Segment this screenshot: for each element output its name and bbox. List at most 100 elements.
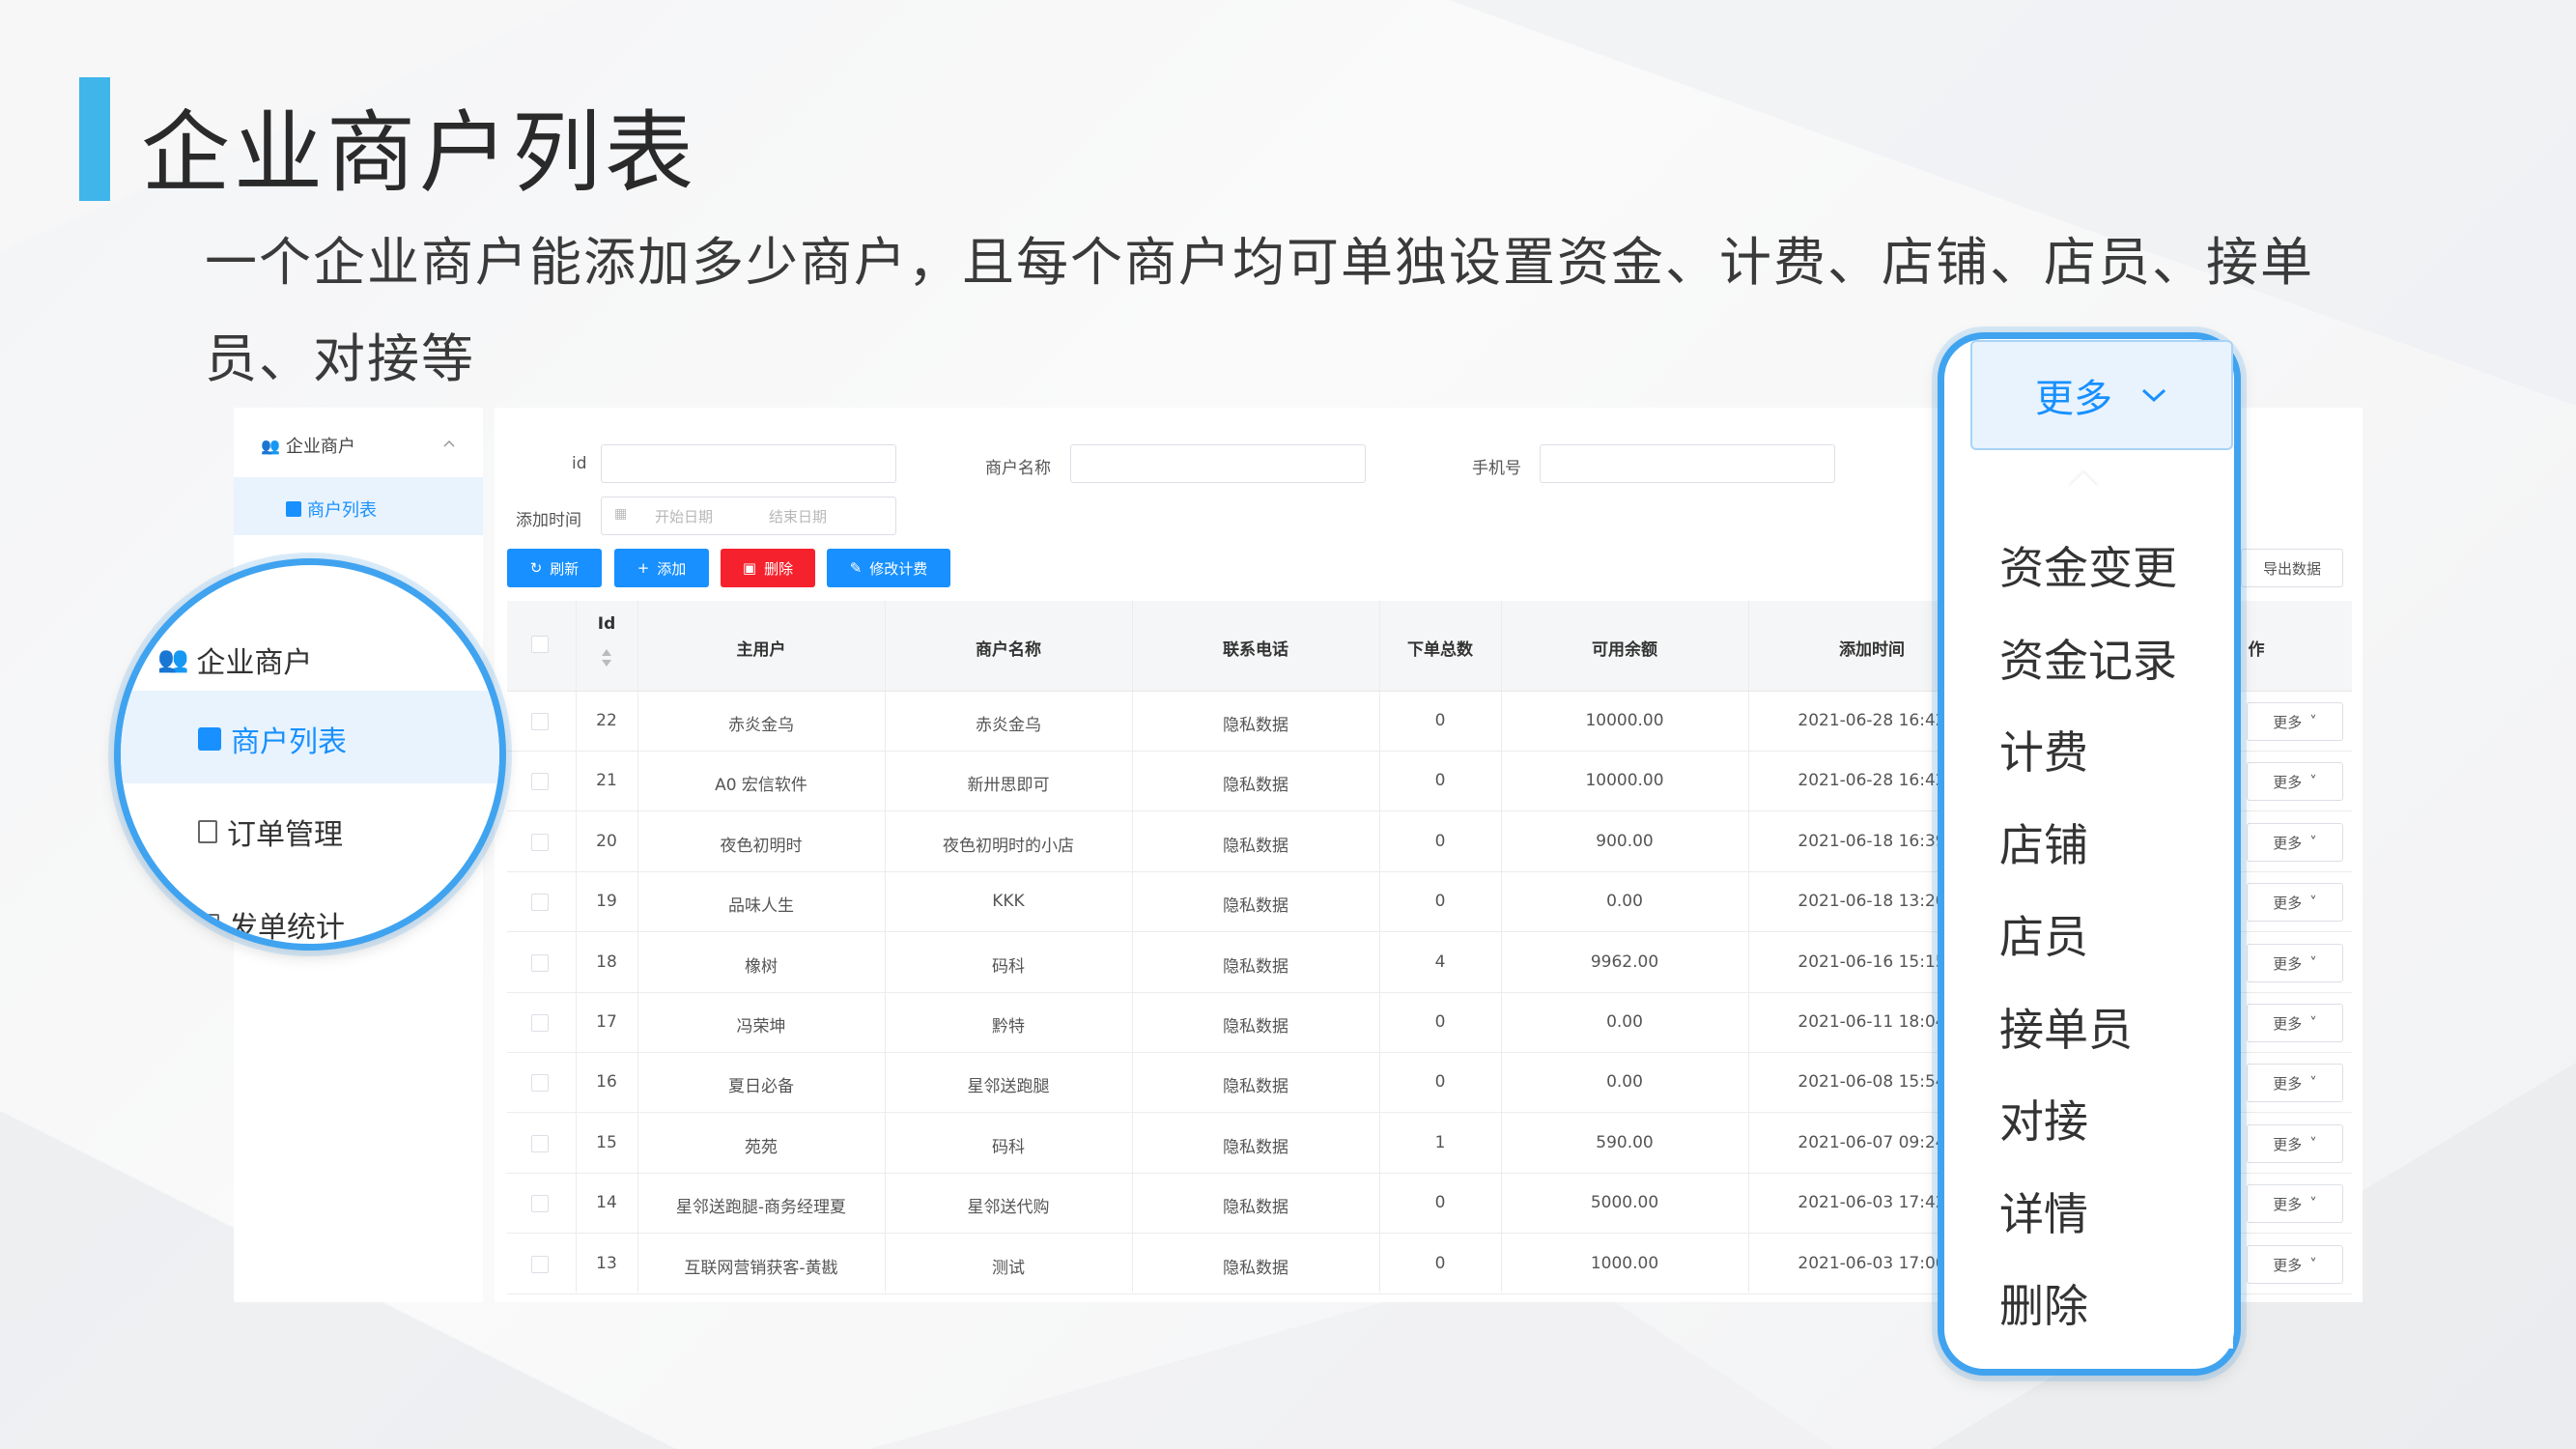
row-checkbox[interactable] <box>531 713 549 730</box>
export-button[interactable]: 导出数据 <box>2241 549 2343 587</box>
edit-icon: ✎ <box>849 559 863 577</box>
cell-phone: 隐私数据 <box>1223 1017 1288 1037</box>
cell-id: 17 <box>596 1012 617 1032</box>
chevron-down-icon: ˅ <box>2309 954 2317 972</box>
magnified-item-order-management[interactable]: 订单管理 <box>198 810 343 853</box>
delete-button[interactable]: ▣ 删除 <box>721 549 815 587</box>
dropdown-item[interactable]: 店铺 <box>1999 810 2088 874</box>
magnified-group-merchants[interactable]: 👥 企业商户 <box>157 639 312 681</box>
row-checkbox[interactable] <box>531 1014 549 1032</box>
filter-name-input[interactable] <box>1070 444 1366 483</box>
row-more-button[interactable]: 更多 ˅ <box>2247 1184 2343 1223</box>
cell-name: KKK <box>992 892 1025 911</box>
cell-name: 码科 <box>992 1138 1025 1157</box>
cell-id: 14 <box>596 1193 617 1212</box>
dropdown-item[interactable]: 详情 <box>1999 1179 2088 1243</box>
cell-name: 星邻送跑腿 <box>967 1077 1050 1096</box>
magnified-item-order-stats[interactable]: 发单统计 <box>198 903 345 944</box>
sidebar-group-merchants[interactable]: 👥 企业商户 <box>261 433 355 458</box>
cell-balance: 0.00 <box>1606 892 1643 911</box>
dropdown-item[interactable]: 删除 <box>1999 1271 2088 1335</box>
cell-orders: 0 <box>1434 1012 1446 1032</box>
chevron-down-icon: ˅ <box>2309 1135 2317 1152</box>
row-checkbox[interactable] <box>531 834 549 851</box>
row-checkbox[interactable] <box>531 773 549 790</box>
row-more-button[interactable]: 更多 ˅ <box>2247 1064 2343 1102</box>
row-more-button[interactable]: 更多 ˅ <box>2247 762 2343 801</box>
row-checkbox[interactable] <box>531 1074 549 1092</box>
edit-billing-button[interactable]: ✎ 修改计费 <box>827 549 950 587</box>
dropdown-item[interactable]: 对接 <box>1999 1087 2088 1151</box>
chevron-down-icon: ˅ <box>2309 1074 2317 1092</box>
sidebar-item-merchant-list-label: 商户列表 <box>286 497 377 522</box>
row-checkbox[interactable] <box>531 894 549 911</box>
filter-time-label: 添加时间 <box>516 511 581 530</box>
cell-name: 夜色初明时的小店 <box>943 837 1074 856</box>
cell-phone: 隐私数据 <box>1223 776 1288 795</box>
user-card-icon <box>286 501 301 517</box>
filter-phone-input[interactable] <box>1540 444 1835 483</box>
cell-phone: 隐私数据 <box>1223 1198 1288 1217</box>
dropdown-item[interactable]: 接单员 <box>1999 995 2133 1059</box>
cell-balance: 9962.00 <box>1590 952 1659 972</box>
row-more-button[interactable]: 更多 ˅ <box>2247 702 2343 741</box>
cell-balance: 590.00 <box>1596 1133 1654 1152</box>
row-more-button[interactable]: 更多 ˅ <box>2247 883 2343 922</box>
column-divider <box>637 601 638 1293</box>
select-all-checkbox[interactable] <box>531 636 549 653</box>
cell-balance: 10000.00 <box>1585 771 1664 790</box>
filter-id-input[interactable] <box>601 444 896 483</box>
chart-icon <box>198 914 219 935</box>
row-more-button[interactable]: 更多 ˅ <box>2247 1124 2343 1163</box>
dropdown-item[interactable]: 资金变更 <box>1999 533 2177 597</box>
add-button[interactable]: + 添加 <box>614 549 709 587</box>
chevron-down-icon: ˅ <box>2309 834 2317 851</box>
header-id[interactable]: Id <box>576 614 637 634</box>
dropdown-item[interactable]: 计费 <box>1999 718 2088 781</box>
row-checkbox[interactable] <box>531 1135 549 1152</box>
users-icon: 👥 <box>157 645 189 674</box>
cell-owner: 橡树 <box>745 957 778 977</box>
cell-owner: 夜色初明时 <box>720 837 803 856</box>
chevron-down-icon: ˅ <box>2309 773 2317 790</box>
document-icon <box>198 820 217 843</box>
chevron-up-icon[interactable] <box>442 437 456 450</box>
row-more-button[interactable]: 更多 ˅ <box>2247 944 2343 982</box>
cell-name: 星邻送代购 <box>967 1198 1050 1217</box>
cell-orders: 0 <box>1434 1193 1446 1212</box>
cell-phone: 隐私数据 <box>1223 1077 1288 1096</box>
chevron-down-icon: ˅ <box>2309 1256 2317 1273</box>
sidebar-magnifier: 👥 企业商户 商户列表 订单管理 发单统计 <box>114 558 506 951</box>
dropdown-item[interactable]: 资金记录 <box>1999 626 2177 690</box>
cell-orders: 0 <box>1434 1072 1446 1092</box>
header-phone: 联系电话 <box>1223 640 1288 660</box>
cell-owner: 赤炎金乌 <box>728 716 794 735</box>
header-name: 商户名称 <box>976 640 1041 660</box>
column-divider <box>1748 601 1749 1293</box>
cell-orders: 1 <box>1434 1133 1446 1152</box>
row-more-button[interactable]: 更多 ˅ <box>2247 823 2343 862</box>
row-checkbox[interactable] <box>531 1256 549 1273</box>
user-card-icon <box>198 727 221 751</box>
more-dropdown-button[interactable]: 更多 <box>1970 340 2233 450</box>
cell-phone: 隐私数据 <box>1223 1138 1288 1157</box>
cell-phone: 隐私数据 <box>1223 896 1288 916</box>
filter-date-range[interactable] <box>601 497 896 535</box>
row-more-button[interactable]: 更多 ˅ <box>2247 1245 2343 1284</box>
row-checkbox[interactable] <box>531 954 549 972</box>
dropdown-item[interactable]: 店员 <box>1999 902 2088 966</box>
refresh-button[interactable]: ↻ 刷新 <box>507 549 602 587</box>
cell-id: 18 <box>596 952 617 972</box>
sort-icon[interactable] <box>599 647 614 668</box>
header-orders: 下单总数 <box>1407 640 1473 660</box>
cell-owner: 冯荣坤 <box>736 1017 786 1037</box>
cell-owner: 互联网营销获客-黄戡 <box>684 1259 838 1278</box>
row-checkbox[interactable] <box>531 1195 549 1212</box>
cell-orders: 0 <box>1434 832 1446 851</box>
header-ops: 作 <box>2248 640 2265 660</box>
cell-id: 19 <box>596 892 617 911</box>
cell-id: 15 <box>596 1133 617 1152</box>
row-more-button[interactable]: 更多 ˅ <box>2247 1004 2343 1042</box>
cell-orders: 4 <box>1434 952 1446 972</box>
filter-name-label: 商户名称 <box>985 459 1051 478</box>
